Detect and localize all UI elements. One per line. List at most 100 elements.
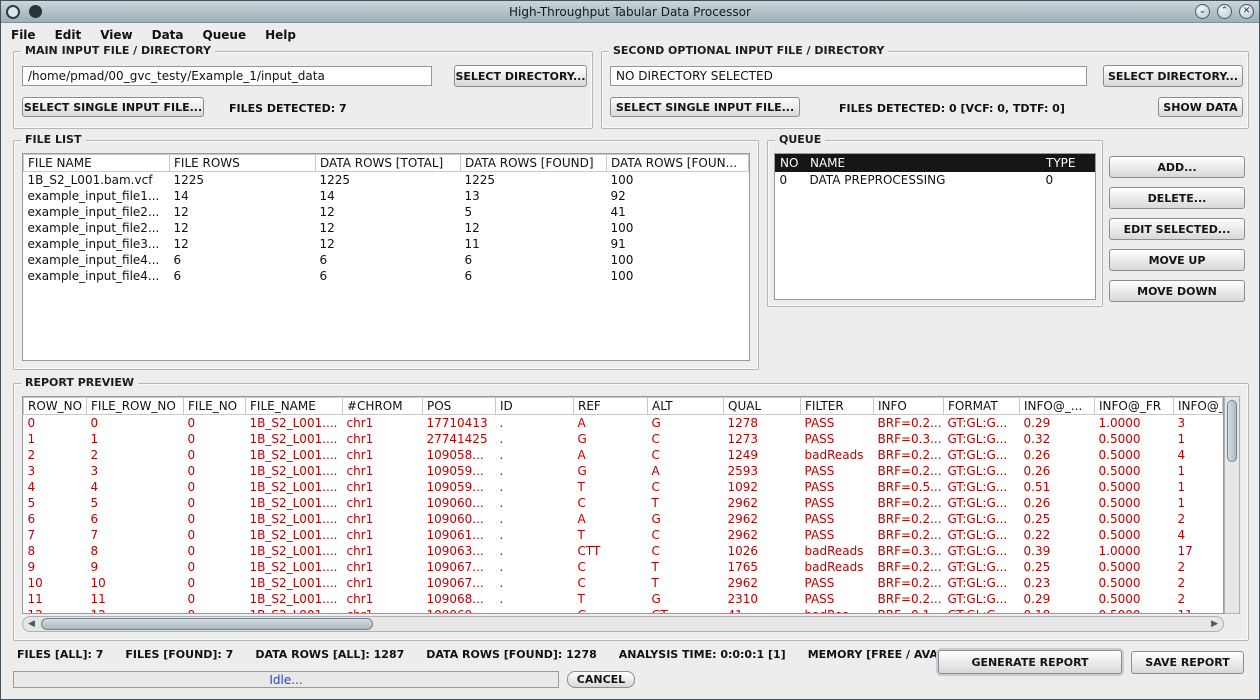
table-cell: 8 bbox=[27, 543, 36, 558]
table-row[interactable]: 8 8 0 1B_S2_L001.... chr1 109063.... CTT C 1026 b… bbox=[24, 543, 1223, 559]
report-scrollpane[interactable]: ROW_NO FILE_ROW_NO FILE_NO FILE_NAME #CHROM P… bbox=[22, 396, 1224, 614]
report-vertical-scrollbar[interactable] bbox=[1224, 396, 1240, 614]
horizontal-scrollbar-thumb[interactable] bbox=[41, 618, 373, 630]
column-header[interactable]: FILTER bbox=[800, 397, 874, 415]
table-cell: 6 bbox=[464, 268, 473, 283]
column-header[interactable]: FILE_ROW_NO bbox=[86, 397, 184, 415]
table-row[interactable]: 2 2 0 1B_S2_L001.... chr1 109058.... A C 1249 bad… bbox=[24, 447, 1223, 463]
column-header[interactable]: DATA ROWS [TOTAL] bbox=[315, 154, 461, 172]
close-icon[interactable]: ✕ bbox=[1239, 4, 1254, 19]
table-cell: 0 bbox=[187, 591, 196, 606]
maximize-icon[interactable]: ⌃ bbox=[1217, 4, 1232, 19]
table-row[interactable]: 10 10 0 1B_S2_L001.... chr1 109067.... C T 2962 P… bbox=[24, 575, 1223, 591]
table-cell: 0.25 bbox=[1023, 511, 1051, 526]
generate-report-button[interactable]: GENERATE REPORT bbox=[938, 650, 1122, 674]
table-row[interactable]: 1 1 0 1B_S2_L001.... chr1 27741425. G C 1273 PASS… bbox=[24, 431, 1223, 447]
column-header[interactable]: INFO@_... bbox=[1019, 397, 1095, 415]
column-header[interactable]: ROW_NO bbox=[23, 397, 87, 415]
table-cell: 0.5000 bbox=[1098, 463, 1141, 478]
second-select-single-file-button[interactable]: SELECT SINGLE INPUT FILE... bbox=[610, 97, 800, 117]
cancel-button[interactable]: CANCEL bbox=[567, 671, 635, 688]
queue-table: NO NAME TYPE 0 DATA PREPROCESSING 0 bbox=[775, 154, 1095, 188]
menu-file[interactable]: File bbox=[11, 28, 36, 42]
file-list-scrollpane[interactable]: FILE NAME FILE ROWS DATA ROWS [TOTAL] DATA … bbox=[22, 153, 750, 361]
table-row[interactable]: 3 3 0 1B_S2_L001.... chr1 109059.... G A 2593 PAS… bbox=[24, 463, 1223, 479]
save-report-button[interactable]: SAVE REPORT bbox=[1131, 651, 1244, 674]
table-row[interactable]: example_input_file2... 12 12 12 100 bbox=[24, 220, 749, 236]
column-header[interactable]: NAME bbox=[805, 154, 1042, 172]
queue-add-button[interactable]: ADD... bbox=[1109, 156, 1245, 178]
column-header[interactable]: DATA ROWS [FOUND] bbox=[460, 154, 607, 172]
menu-queue[interactable]: Queue bbox=[203, 28, 247, 42]
titlebar[interactable]: High-Throughput Tabular Data Processor ⌄… bbox=[1, 1, 1259, 23]
table-cell: 3 bbox=[27, 463, 36, 478]
table-row[interactable]: 121201B_S2_L001....chr1109069....GGT41ba… bbox=[24, 607, 1223, 614]
show-data-button[interactable]: SHOW DATA bbox=[1158, 97, 1243, 117]
table-cell: 0 bbox=[1045, 172, 1054, 187]
column-header[interactable]: FILE ROWS bbox=[169, 154, 316, 172]
menu-data[interactable]: Data bbox=[152, 28, 184, 42]
table-cell: 1 bbox=[1177, 495, 1186, 510]
column-header[interactable]: NO bbox=[775, 154, 806, 172]
scroll-left-icon[interactable]: ◀ bbox=[28, 619, 35, 629]
table-cell: GT:GL:G... bbox=[947, 559, 1008, 574]
table-cell: G bbox=[651, 511, 661, 526]
column-header[interactable]: INFO bbox=[873, 397, 944, 415]
table-row[interactable]: 11 11 0 1B_S2_L001.... chr1 109068.... T G 2310 P… bbox=[24, 591, 1223, 607]
queue-delete-button[interactable]: DELETE... bbox=[1109, 187, 1245, 209]
column-header[interactable]: FILE_NAME bbox=[245, 397, 343, 415]
queue-edit-selected-button[interactable]: EDIT SELECTED... bbox=[1109, 218, 1245, 240]
table-cell: 1B_S2_L001.... bbox=[249, 415, 338, 430]
column-header[interactable]: POS bbox=[422, 397, 496, 415]
table-row[interactable]: 0 DATA PREPROCESSING 0 bbox=[776, 172, 1095, 188]
table-cell: 2962 bbox=[727, 575, 759, 590]
table-cell: GT:GL:G... bbox=[947, 415, 1008, 430]
column-header[interactable]: FILE_NO bbox=[183, 397, 246, 415]
main-input-path-field[interactable] bbox=[22, 66, 432, 86]
table-row[interactable]: 0 0 0 1B_S2_L001.... chr1 17710413. A G 1278 PASS… bbox=[24, 415, 1223, 431]
column-header[interactable]: #CHROM bbox=[342, 397, 423, 415]
scroll-right-icon[interactable]: ▶ bbox=[1211, 619, 1218, 629]
table-cell: GT:GL:G... bbox=[947, 495, 1008, 510]
queue-move-down-button[interactable]: MOVE DOWN bbox=[1109, 280, 1245, 302]
queue-move-up-button[interactable]: MOVE UP bbox=[1109, 249, 1245, 271]
table-row[interactable]: example_input_file3... 12 12 11 91 bbox=[24, 236, 749, 252]
second-select-directory-button[interactable]: SELECT DIRECTORY... bbox=[1103, 65, 1243, 87]
table-row[interactable]: example_input_file4... 6 6 6 100 bbox=[24, 252, 749, 268]
second-input-path-field[interactable] bbox=[610, 66, 1087, 86]
table-cell: 1B_S2_L001.... bbox=[249, 543, 338, 558]
table-row[interactable]: example_input_file4... 6 6 6 100 bbox=[24, 268, 749, 284]
menu-view[interactable]: View bbox=[100, 28, 132, 42]
report-horizontal-scrollbar[interactable]: ◀ ▶ bbox=[22, 616, 1224, 632]
main-select-directory-button[interactable]: SELECT DIRECTORY... bbox=[454, 65, 587, 87]
column-header[interactable]: INFO@_H... bbox=[1173, 397, 1223, 415]
column-header[interactable]: ALT bbox=[647, 397, 724, 415]
table-row[interactable]: 9 9 0 1B_S2_L001.... chr1 109067.... C T 1765 bad… bbox=[24, 559, 1223, 575]
table-row[interactable]: 7 7 0 1B_S2_L001.... chr1 109061.... T C 2962 PAS… bbox=[24, 527, 1223, 543]
file-list-table: FILE NAME FILE ROWS DATA ROWS [TOTAL] DATA … bbox=[23, 154, 749, 284]
menu-help[interactable]: Help bbox=[265, 28, 296, 42]
table-cell: C bbox=[651, 431, 660, 446]
column-header[interactable]: FORMAT bbox=[943, 397, 1020, 415]
main-select-single-file-button[interactable]: SELECT SINGLE INPUT FILE... bbox=[22, 97, 204, 117]
table-row[interactable]: 6 6 0 1B_S2_L001.... chr1 109060.... A G 2962 PAS… bbox=[24, 511, 1223, 527]
table-cell: 1 bbox=[90, 431, 99, 446]
column-header[interactable]: ID bbox=[495, 397, 574, 415]
table-row[interactable]: example_input_file2... 12 12 5 41 bbox=[24, 204, 749, 220]
queue-scrollpane[interactable]: NO NAME TYPE 0 DATA PREPROCESSING 0 bbox=[774, 153, 1096, 300]
minimize-icon[interactable]: ⌄ bbox=[1195, 4, 1210, 19]
column-header[interactable]: REF bbox=[573, 397, 648, 415]
column-header[interactable]: QUAL bbox=[723, 397, 801, 415]
column-header[interactable]: FILE NAME bbox=[23, 154, 170, 172]
menu-edit[interactable]: Edit bbox=[55, 28, 82, 42]
table-row[interactable]: 1B_S2_L001.bam.vcf 1225 1225 1225 100 bbox=[24, 172, 749, 188]
table-cell: 0.5000 bbox=[1098, 575, 1141, 590]
vertical-scrollbar-thumb[interactable] bbox=[1227, 400, 1237, 462]
column-header[interactable]: DATA ROWS [FOUN... bbox=[606, 154, 749, 172]
table-row[interactable]: example_input_file1... 14 14 13 92 bbox=[24, 188, 749, 204]
column-header[interactable]: TYPE bbox=[1041, 154, 1095, 172]
table-row[interactable]: 5 5 0 1B_S2_L001.... chr1 109060.... C T 2962 PAS… bbox=[24, 495, 1223, 511]
table-cell: 109058... bbox=[426, 447, 484, 462]
table-row[interactable]: 4 4 0 1B_S2_L001.... chr1 109059.... T C 1092 PAS… bbox=[24, 479, 1223, 495]
column-header[interactable]: INFO@_FR bbox=[1094, 397, 1174, 415]
